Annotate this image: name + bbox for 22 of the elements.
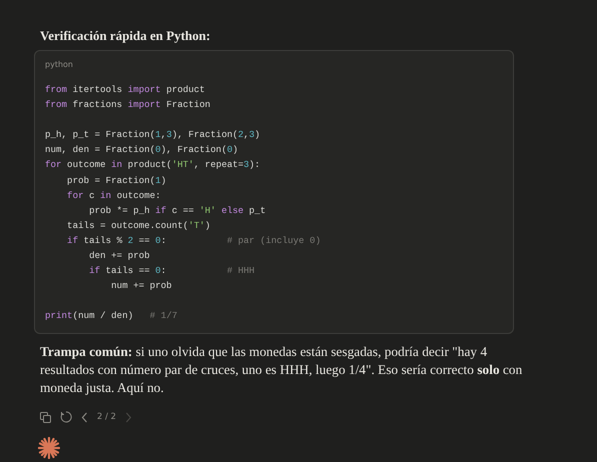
retry-icon[interactable] (60, 411, 72, 424)
copy-icon[interactable] (40, 412, 51, 423)
heading: Verificación rápida en Python: (40, 27, 210, 45)
code-line: p_h, p_t = Fraction(1,3), Fraction(2,3) (45, 128, 260, 142)
asterisk-logo-icon (38, 437, 60, 459)
code-line: tails = outcome.count('T') (66, 218, 210, 233)
code-line: for c in outcome: (66, 188, 161, 203)
code-line: from itertools import product (45, 83, 205, 97)
note-paragraph: Trampa común: si uno olvida que las monedas están sesgadas, podría decir "hay 4 resultados con número par de cruces, uno es HHH, luego 1/4". Eso sería correcto solo con moneda justa. Aquí no. (40, 343, 524, 397)
code-line: for outcome in product('HT', repeat=3): (45, 158, 260, 172)
code-line: if tails % 2 == 0: # par (incluye 0) (66, 234, 321, 248)
code-line: print(num / den) # 1/7 (45, 309, 178, 324)
page-counter: 2 / 2 (97, 411, 116, 424)
language-label: python (45, 59, 73, 71)
code-line: den += prob (88, 249, 150, 264)
code-line: num, den = Fraction(0), Fraction(0) (45, 143, 238, 158)
code-line: prob *= p_h if c == 'H' else p_t (88, 204, 266, 218)
code-line: from fractions import Fraction (45, 98, 210, 112)
previous-icon[interactable] (81, 412, 88, 423)
code-line: if tails == 0: # HHH (88, 264, 255, 278)
code-line: num += prob (110, 279, 172, 294)
code-line: prob = Fraction(1) (66, 174, 166, 188)
